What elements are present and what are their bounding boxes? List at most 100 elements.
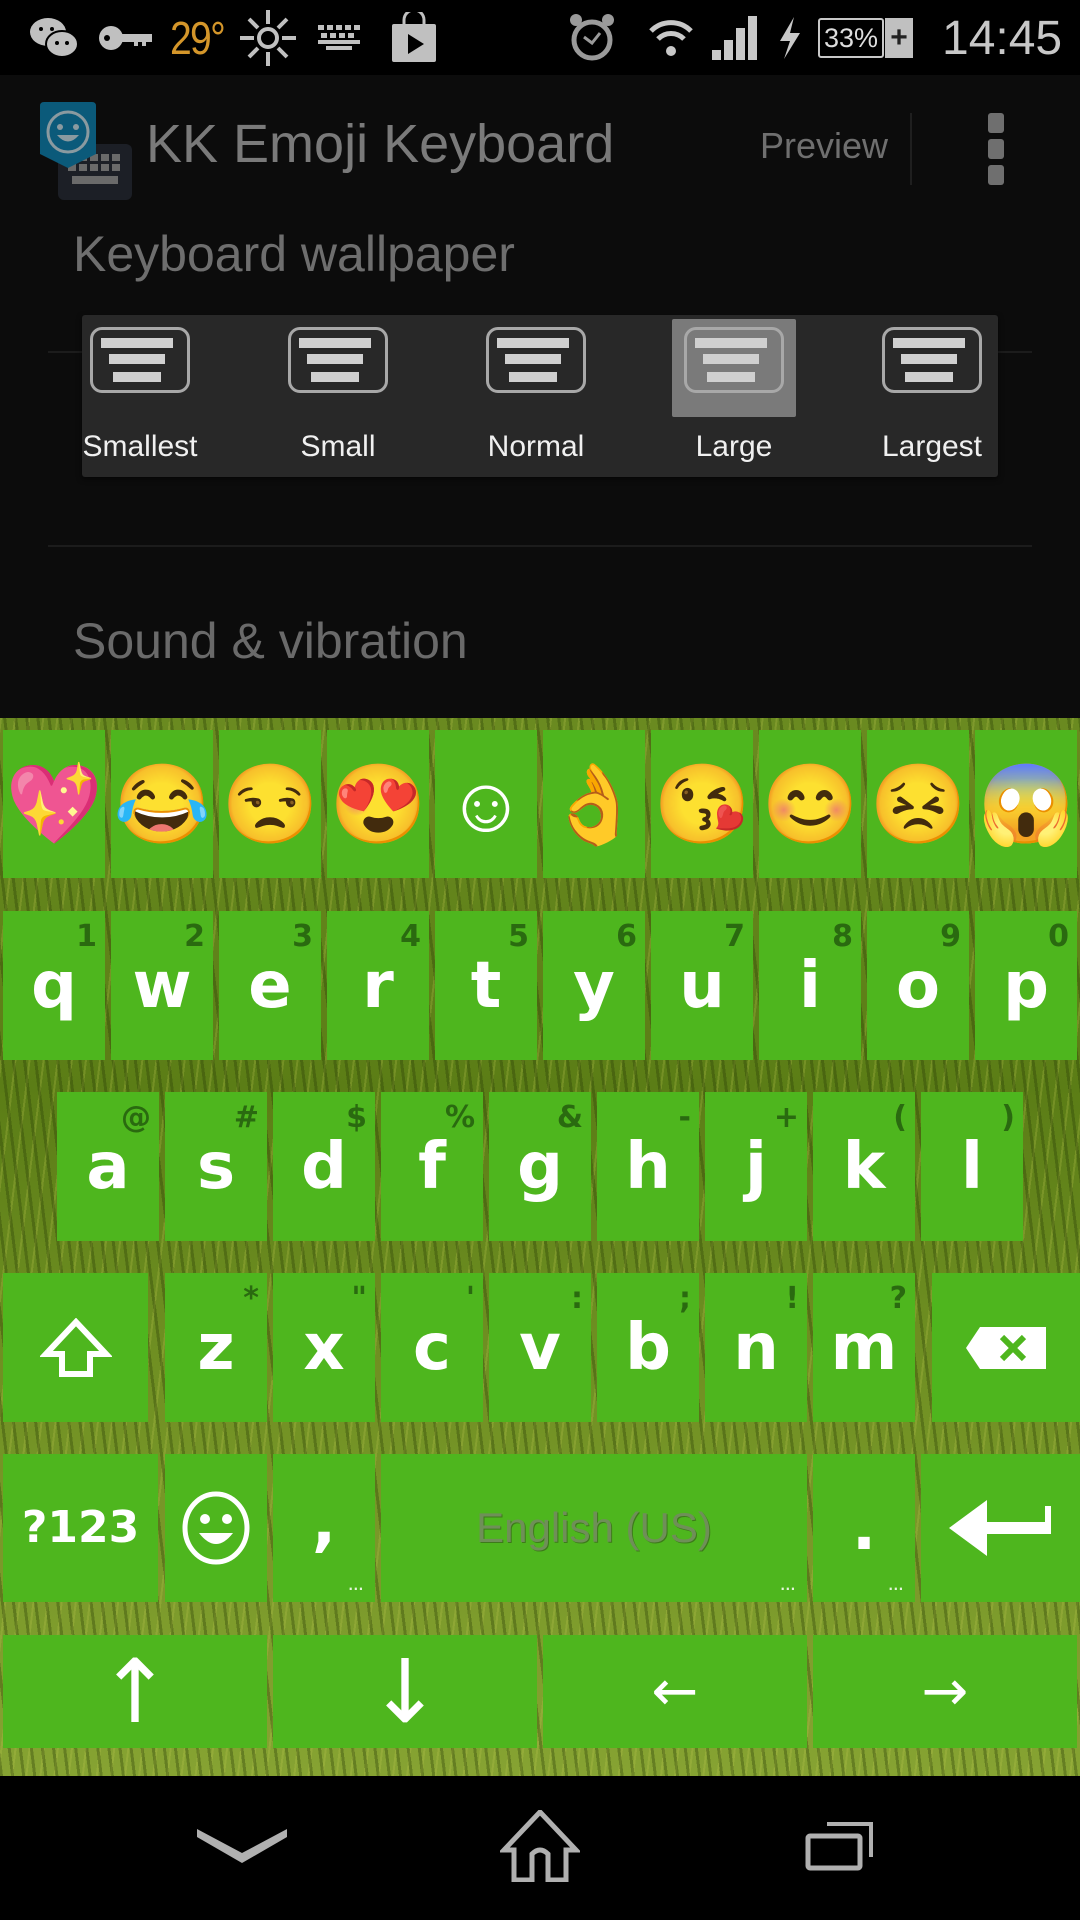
emoji-key[interactable] — [165, 1454, 267, 1602]
size-option-normal[interactable]: Normal — [456, 315, 616, 477]
key-q[interactable]: q1 — [3, 911, 105, 1060]
emoji: 😊 — [761, 760, 859, 848]
more-vert-icon[interactable] — [976, 113, 1016, 187]
more-indicator: ... — [887, 1570, 904, 1595]
key-label: z — [197, 1310, 235, 1385]
key-label: g — [517, 1129, 563, 1204]
key-j[interactable]: j + — [705, 1092, 807, 1241]
key-t[interactable]: t5 — [435, 911, 537, 1060]
preview-button[interactable]: Preview — [760, 125, 888, 167]
key-hint: 0 — [1048, 919, 1069, 954]
key-y[interactable]: y6 — [543, 911, 645, 1060]
clock: 14:45 — [942, 11, 1063, 65]
key-c[interactable]: c ' — [381, 1273, 483, 1422]
section-keyboard-wallpaper[interactable]: Keyboard wallpaper — [73, 225, 515, 283]
arrow-left-key[interactable]: ← — [543, 1635, 807, 1748]
wifi-icon — [648, 12, 694, 64]
key-s[interactable]: s # — [165, 1092, 267, 1241]
keyboard-icon — [318, 12, 362, 64]
key-u[interactable]: u7 — [651, 911, 753, 1060]
emoji-suggestion-key[interactable]: 👌 — [543, 730, 645, 878]
key-label: q — [31, 948, 77, 1023]
key-i[interactable]: i8 — [759, 911, 861, 1060]
key-v[interactable]: v: — [489, 1273, 591, 1422]
space-label: English (US) — [476, 1504, 712, 1551]
key-hint: $ — [346, 1100, 367, 1135]
key-hint: ' — [465, 1281, 475, 1316]
emoji-suggestion-key[interactable]: 😍 — [327, 730, 429, 878]
key-x[interactable]: x " — [273, 1273, 375, 1422]
key-r[interactable]: r4 — [327, 911, 429, 1060]
arrow-right-key[interactable]: → — [813, 1635, 1077, 1748]
emoji-suggestion-key[interactable]: 😣 — [867, 730, 969, 878]
key-a[interactable]: a @ — [57, 1092, 159, 1241]
key-w[interactable]: w2 — [111, 911, 213, 1060]
arrow-down-key[interactable]: ↓ — [273, 1635, 537, 1748]
section-sound-vibration[interactable]: Sound & vibration — [73, 612, 468, 670]
period-key[interactable]: . ... — [813, 1454, 915, 1602]
key-b[interactable]: b; — [597, 1273, 699, 1422]
key-h[interactable]: h- — [597, 1092, 699, 1241]
key-d[interactable]: d $ — [273, 1092, 375, 1241]
key-hint: 7 — [724, 919, 745, 954]
app-icon[interactable] — [40, 102, 132, 200]
emoji-suggestion-key[interactable]: 😂 — [111, 730, 213, 878]
size-option-largest[interactable]: Largest — [852, 315, 1012, 477]
key-hint: : — [571, 1281, 583, 1316]
size-option-small[interactable]: Small — [258, 315, 418, 477]
comma-key[interactable]: , ... — [273, 1454, 375, 1602]
key-z[interactable]: z * — [165, 1273, 267, 1422]
arrow-up-key[interactable]: ↑ — [3, 1635, 267, 1748]
divider — [48, 545, 1032, 547]
key-hint: & — [556, 1100, 583, 1135]
recents-icon[interactable] — [770, 1796, 910, 1896]
charging-icon — [775, 12, 805, 64]
back-icon[interactable] — [172, 1796, 312, 1896]
emoji-suggestion-key[interactable]: 😊 — [759, 730, 861, 878]
key-label: d — [301, 1129, 347, 1204]
status-bar: 29° 33% + 14:45 — [0, 0, 1080, 75]
space-key[interactable]: English (US) ... — [381, 1454, 807, 1602]
key-label: a — [86, 1129, 130, 1204]
key-hint: - — [678, 1100, 691, 1135]
emoji: 💖 — [5, 760, 103, 848]
key-g[interactable]: g & — [489, 1092, 591, 1241]
key-hint: * — [243, 1281, 259, 1316]
size-label: Largest — [881, 430, 983, 463]
key-e[interactable]: e3 — [219, 911, 321, 1060]
size-label: Large — [695, 430, 773, 463]
key-l[interactable]: l) — [921, 1092, 1023, 1241]
more-indicator: ... — [347, 1570, 364, 1595]
shift-key[interactable] — [3, 1273, 148, 1422]
emoji: 😒 — [221, 760, 319, 848]
key-hint: ! — [785, 1281, 799, 1316]
size-label: Small — [300, 430, 376, 463]
key-o[interactable]: o9 — [867, 911, 969, 1060]
key-hint: 8 — [832, 919, 853, 954]
key-hint: ( — [893, 1100, 907, 1135]
size-option-smallest[interactable]: Smallest — [60, 315, 220, 477]
key-n[interactable]: n! — [705, 1273, 807, 1422]
enter-key[interactable] — [921, 1454, 1080, 1602]
size-option-large[interactable]: Large — [654, 315, 814, 477]
emoji: 😂 — [113, 760, 211, 848]
emoji-suggestion-key[interactable]: ☺ — [435, 730, 537, 878]
arrow-icon: ↑ — [98, 1639, 172, 1743]
battery-level: 33% — [818, 18, 884, 58]
vpn-key-icon — [98, 12, 154, 64]
emoji: ☺ — [446, 760, 526, 848]
emoji-suggestion-key[interactable]: 😱 — [975, 730, 1077, 878]
key-p[interactable]: p0 — [975, 911, 1077, 1060]
emoji-suggestion-key[interactable]: 😘 — [651, 730, 753, 878]
symbols-key[interactable]: ?123 — [3, 1454, 158, 1602]
key-m[interactable]: m? — [813, 1273, 915, 1422]
keyboard-size-icon — [90, 327, 190, 393]
emoji-suggestion-key[interactable]: 😒 — [219, 730, 321, 878]
emoji-suggestion-key[interactable]: 💖 — [3, 730, 105, 878]
key-k[interactable]: k( — [813, 1092, 915, 1241]
backspace-key[interactable] — [932, 1273, 1080, 1422]
key-hint: @ — [121, 1100, 151, 1135]
home-icon[interactable] — [470, 1796, 610, 1896]
key-f[interactable]: f% — [381, 1092, 483, 1241]
key-hint: 3 — [292, 919, 313, 954]
